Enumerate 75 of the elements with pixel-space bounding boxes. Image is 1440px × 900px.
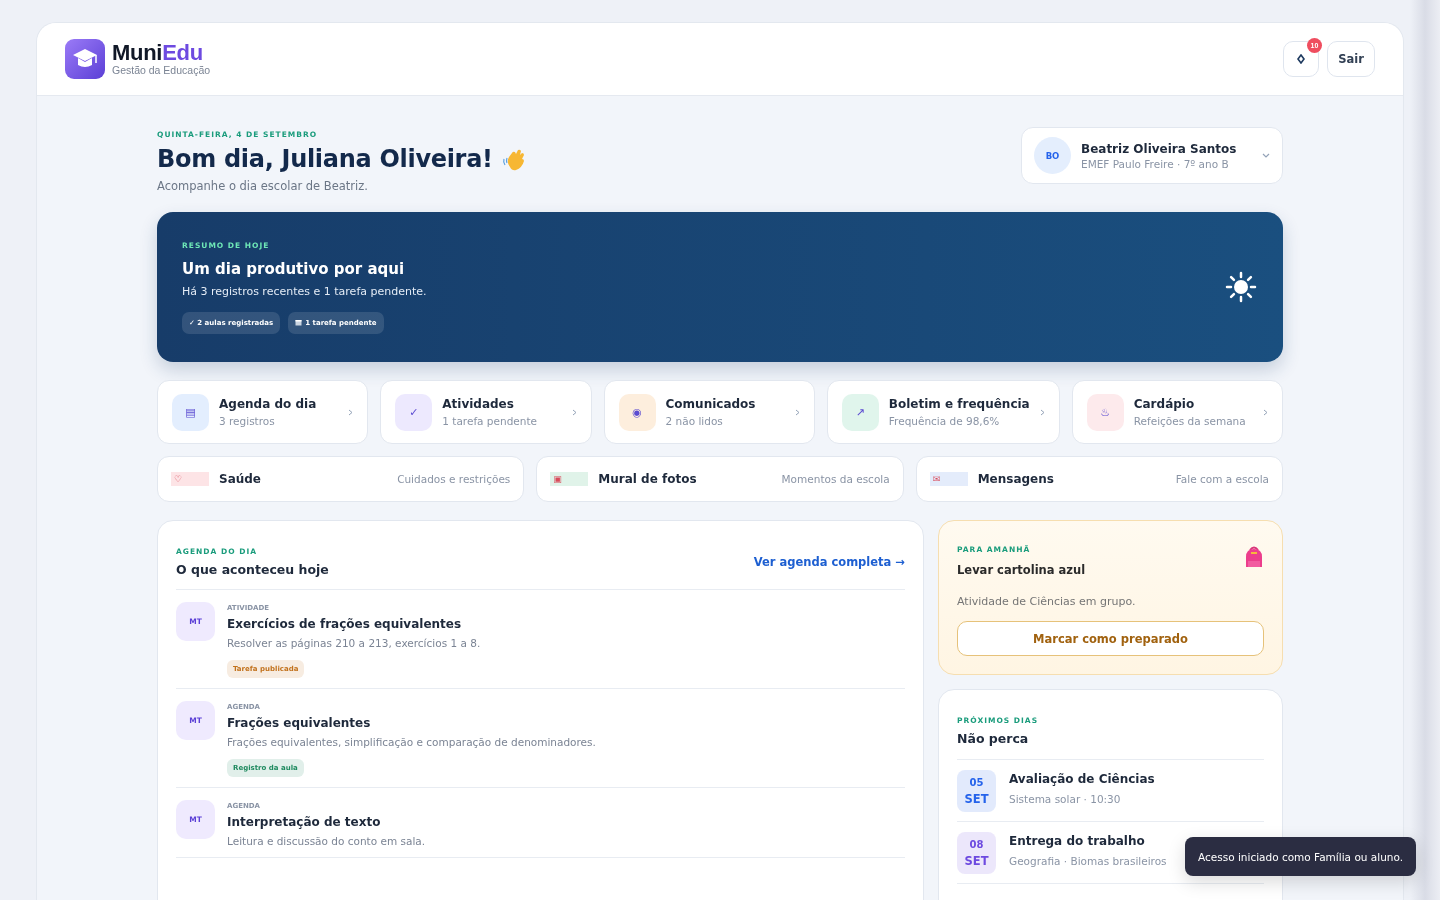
link-subtitle: Cuidados e restrições <box>397 473 511 485</box>
entry-title: Frações equivalentes <box>227 716 371 730</box>
event-title: Avaliação de Ciências <box>1009 772 1155 786</box>
entry-description: Leitura e discussão do conto em sala. <box>227 835 426 847</box>
shortcut-card[interactable]: ▤ Agenda do dia 3 registros <box>157 380 369 444</box>
agenda-title: O que aconteceu hoje <box>176 562 329 577</box>
tomorrow-text: Atividade de Ciências em grupo. <box>957 595 1137 608</box>
link-card[interactable]: ✉ Mensagens Fale com a escola <box>915 456 1283 502</box>
shortcut-subtitle: 1 tarefa pendente <box>442 415 538 427</box>
entry-description: Frações equivalentes, simplificação e comparação de denominadores. <box>227 736 596 748</box>
link-title: Saúde <box>219 472 262 486</box>
link-title: Mural de fotos <box>598 472 698 486</box>
link-card[interactable]: ♡ Saúde Cuidados e restrições <box>157 456 525 502</box>
shortcut-icon: ♨ <box>1086 393 1124 431</box>
upcoming-title: Não perca <box>957 731 1264 760</box>
brand-name: MuniEdu <box>112 42 204 64</box>
brand-tagline: Gestão da Educação <box>112 64 211 76</box>
date-day: 08 <box>969 838 984 850</box>
event-detail: Geografia · Biomas brasileiros <box>1009 855 1167 867</box>
shortcut-title: Agenda do dia <box>219 397 318 411</box>
date-day: 05 <box>969 776 984 788</box>
shortcut-card[interactable]: ♨ Cardápio Refeições da semana <box>1071 380 1283 444</box>
chevron-right-icon <box>348 408 354 416</box>
mark-prepared-button[interactable]: Marcar como preparado <box>957 621 1264 656</box>
summary-text: Há 3 registros recentes e 1 tarefa pendente. <box>182 284 427 298</box>
tomorrow-title: Levar cartolina azul <box>957 563 1086 577</box>
chevron-right-icon <box>1039 408 1045 416</box>
link-icon: ✉ <box>929 472 968 486</box>
shortcut-card[interactable]: ◉ Comunicados 2 não lidos <box>603 380 815 444</box>
chevron-right-icon <box>1263 408 1268 416</box>
event-title: Entrega do trabalho <box>1009 834 1146 848</box>
shortcut-title: Atividades <box>442 397 515 411</box>
entry-description: Resolver as páginas 210 a 213, exercícios 1 a 8. <box>227 637 481 649</box>
chevron-down-icon <box>1262 152 1270 159</box>
shortcut-icon: ◉ <box>618 393 656 431</box>
link-icon: ▣ <box>550 472 589 486</box>
shortcut-subtitle: Frequência de 98,6% <box>888 415 1001 427</box>
toast-message: Acesso iniciado como Família ou aluno. <box>1185 837 1416 876</box>
shortcut-title: Comunicados <box>665 397 757 411</box>
student-name: Beatriz Oliveira Santos <box>1081 141 1238 156</box>
link-icon: ♡ <box>171 472 209 486</box>
greeting-subtitle: Acompanhe o dia escolar de Beatriz. <box>157 179 369 193</box>
summary-title: Um dia produtivo por aqui <box>182 259 406 278</box>
calendar-icon <box>295 319 303 326</box>
link-card[interactable]: ▣ Mural de fotos Momentos da escola <box>536 456 904 502</box>
entry-title: Exercícios de frações equivalentes <box>227 617 462 631</box>
graduation-cap-logo-icon <box>65 39 105 79</box>
student-detail: EMEF Paulo Freire · 7º ano B <box>1081 157 1230 170</box>
shortcut-icon: ▤ <box>172 393 209 431</box>
student-selector[interactable]: BO Beatriz Oliveira Santos EMEF Paulo Freire · 7º ano B <box>1021 127 1283 184</box>
event-detail: Sistema solar · 10:30 <box>1009 793 1122 805</box>
sun-icon <box>1224 270 1258 304</box>
shortcut-title: Boletim e frequência <box>888 397 1030 411</box>
date-month: SET <box>964 853 989 868</box>
link-subtitle: Momentos da escola <box>781 473 890 485</box>
date-month: SET <box>964 791 989 806</box>
shortcut-subtitle: Refeições da semana <box>1133 415 1247 427</box>
logout-button[interactable]: Sair <box>1327 41 1375 77</box>
link-title: Mensagens <box>977 472 1055 486</box>
full-agenda-link[interactable]: Ver agenda completa → <box>753 555 905 569</box>
shortcut-subtitle: 3 registros <box>219 415 276 427</box>
diamond-icon <box>1297 54 1305 64</box>
greeting-title: Bom dia, Juliana Oliveira! <box>157 145 493 173</box>
chevron-right-icon <box>571 408 577 416</box>
shortcut-subtitle: 2 não lidos <box>665 415 724 427</box>
shortcut-icon: ↗ <box>841 393 879 431</box>
shortcut-card[interactable]: ↗ Boletim e frequência Frequência de 98,6% <box>826 380 1060 444</box>
chevron-right-icon <box>794 408 800 416</box>
entry-title: Interpretação de texto <box>227 815 381 829</box>
shortcut-icon: ✓ <box>395 393 433 431</box>
student-avatar: BO <box>1034 137 1071 174</box>
shortcut-title: Cardápio <box>1133 397 1196 411</box>
shortcut-card[interactable]: ✓ Atividades 1 tarefa pendente <box>380 380 592 444</box>
link-subtitle: Fale com a escola <box>1175 473 1269 485</box>
backpack-icon <box>1244 545 1264 569</box>
